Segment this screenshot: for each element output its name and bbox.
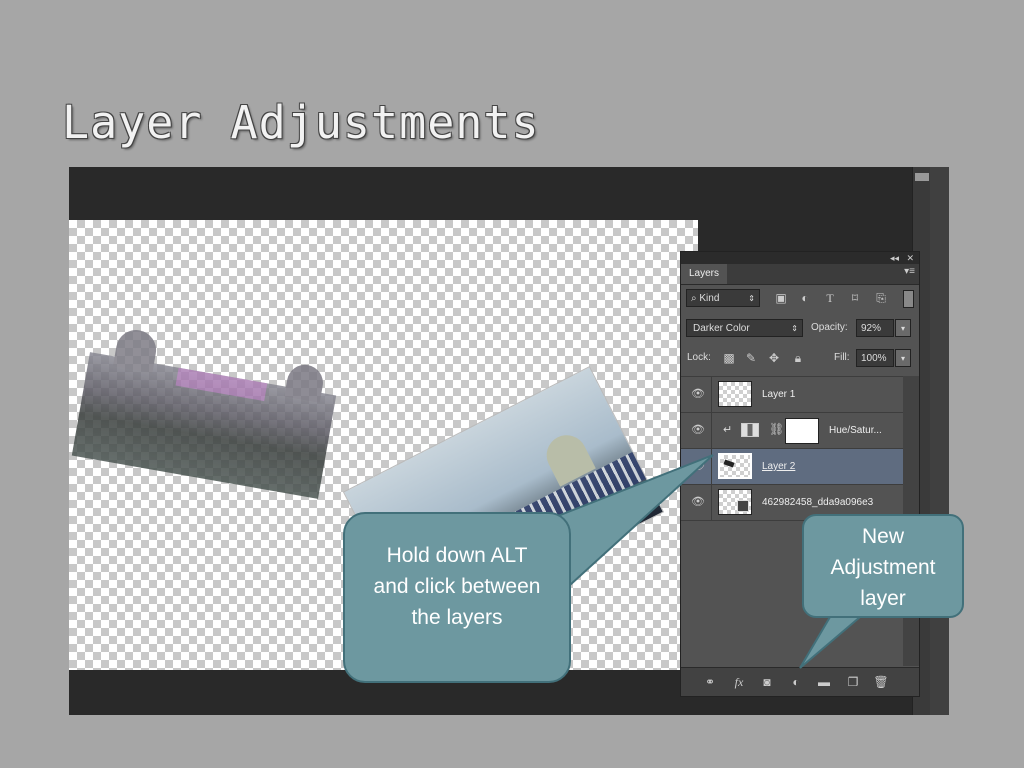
new-adjustment-layer-icon[interactable]: ◐ xyxy=(787,674,805,690)
delete-layer-icon[interactable]: 🗑︎ xyxy=(872,674,890,690)
layer-thumbnail xyxy=(718,489,752,515)
layer-filter-row: ⌕ Kind ⇕ ▣ ◐ T ⌑ ⎘ xyxy=(681,286,919,310)
visibility-eye-icon[interactable]: 👁︎ xyxy=(689,423,707,437)
layers-bottom-toolbar: ⚭ fx ◙ ◐ ▬ ❐ 🗑︎ xyxy=(681,667,919,696)
pink-tint-area xyxy=(175,367,268,402)
thumbnail-content xyxy=(723,459,735,468)
image-filter-icon[interactable]: ▣ xyxy=(773,291,789,305)
adjustment-filter-icon[interactable]: ◐ xyxy=(797,291,813,305)
lock-label: Lock: xyxy=(687,352,711,363)
blend-mode-value: Darker Color xyxy=(693,323,750,334)
fill-input[interactable]: 100% xyxy=(856,349,894,367)
filter-kind-label: ⌕ Kind xyxy=(691,293,720,304)
panel-header-strip: ◂◂ ✕ xyxy=(681,252,919,264)
new-group-icon[interactable]: ▬ xyxy=(815,674,833,690)
stadium-photo-desaturated[interactable] xyxy=(71,326,337,499)
filter-toggle-switch[interactable] xyxy=(903,290,914,308)
add-mask-icon[interactable]: ◙ xyxy=(758,674,776,690)
stadium-tower-right xyxy=(284,362,326,403)
panel-tab-row: Layers ▾≡ xyxy=(681,264,919,285)
lock-position-move-icon[interactable]: ✥ xyxy=(766,349,782,367)
collapse-panel-icon[interactable]: ◂◂ xyxy=(890,252,899,264)
mask-link-chain-icon[interactable]: ⛓︎ xyxy=(769,422,784,436)
shape-filter-icon[interactable]: ⌑ xyxy=(847,291,863,305)
layer-mask-thumbnail[interactable] xyxy=(785,418,819,444)
visibility-eye-icon[interactable]: 👁︎ xyxy=(689,387,707,401)
smart-object-filter-icon[interactable]: ⎘ xyxy=(873,291,889,305)
layer-row-layer-1[interactable]: 👁︎ Layer 1 xyxy=(681,376,903,412)
fx-icon[interactable]: fx xyxy=(730,674,748,690)
visibility-eye-icon[interactable]: 👁︎ xyxy=(689,495,707,509)
type-filter-icon[interactable]: T xyxy=(822,291,838,305)
layer-row-layer-2[interactable]: 👁︎ Layer 2 xyxy=(681,448,903,484)
stadium-tower-left xyxy=(112,326,160,374)
slide-title: Layer Adjustments xyxy=(62,96,540,149)
layer-name[interactable]: Hue/Satur... xyxy=(829,413,882,448)
hue-saturation-adjustment-icon[interactable] xyxy=(741,423,759,437)
blend-mode-select[interactable]: Darker Color ⇕ xyxy=(686,319,803,337)
layer-name[interactable]: Layer 2 xyxy=(762,449,795,484)
tab-layers[interactable]: Layers xyxy=(681,264,728,284)
new-layer-icon[interactable]: ❐ xyxy=(844,674,862,690)
panel-menu-icon[interactable]: ▾≡ xyxy=(904,266,915,277)
fill-label: Fill: xyxy=(834,352,850,363)
scroll-thumb[interactable] xyxy=(915,173,929,181)
smart-object-badge-icon xyxy=(737,500,749,512)
chevron-updown-icon: ⇕ xyxy=(791,324,798,333)
opacity-label: Opacity: xyxy=(811,322,848,333)
right-dock-strip xyxy=(930,167,949,715)
new-adjustment-callout: New Adjustment layer xyxy=(802,514,964,618)
lock-pixels-brush-icon[interactable]: ✎ xyxy=(743,349,759,367)
row-separator xyxy=(711,449,712,484)
chevron-updown-icon: ⇕ xyxy=(748,294,755,303)
row-separator xyxy=(711,377,712,412)
close-panel-icon[interactable]: ✕ xyxy=(906,252,914,264)
new-adjustment-callout-text: New Adjustment layer xyxy=(830,525,936,610)
visibility-eye-icon[interactable]: 👁︎ xyxy=(689,459,707,473)
lock-transparency-icon[interactable]: ▩ xyxy=(721,349,737,367)
alt-click-callout: Hold down ALT and click between the laye… xyxy=(343,512,571,683)
layers-list: 👁︎ Layer 1 👁︎ ↵ ⛓︎ Hue/Satur... 👁︎ Layer… xyxy=(681,376,903,521)
layers-panel: ◂◂ ✕ Layers ▾≡ ⌕ Kind ⇕ ▣ ◐ T ⌑ ⎘ Darker… xyxy=(680,251,920,697)
opacity-input[interactable]: 92% xyxy=(856,319,894,337)
link-layers-icon[interactable]: ⚭ xyxy=(701,674,719,690)
row-separator xyxy=(711,413,712,448)
layer-thumbnail xyxy=(718,453,752,479)
lock-row: Lock: ▩ ✎ ✥ 🔒︎ Fill: 100% ▾ xyxy=(681,346,919,370)
filter-kind-select[interactable]: ⌕ Kind ⇕ xyxy=(686,289,760,307)
layer-row-hue-saturation[interactable]: 👁︎ ↵ ⛓︎ Hue/Satur... xyxy=(681,412,903,448)
fill-dropdown-button[interactable]: ▾ xyxy=(895,349,911,367)
clipping-mask-arrow-icon: ↵ xyxy=(723,424,733,436)
row-separator xyxy=(711,485,712,520)
layer-thumbnail xyxy=(718,381,752,407)
opacity-dropdown-button[interactable]: ▾ xyxy=(895,319,911,337)
lock-all-padlock-icon[interactable]: 🔒︎ xyxy=(790,349,806,367)
layer-name[interactable]: Layer 1 xyxy=(762,377,795,412)
alt-click-callout-text: Hold down ALT and click between the laye… xyxy=(373,544,541,629)
blend-row: Darker Color ⇕ Opacity: 92% ▾ xyxy=(681,316,919,340)
